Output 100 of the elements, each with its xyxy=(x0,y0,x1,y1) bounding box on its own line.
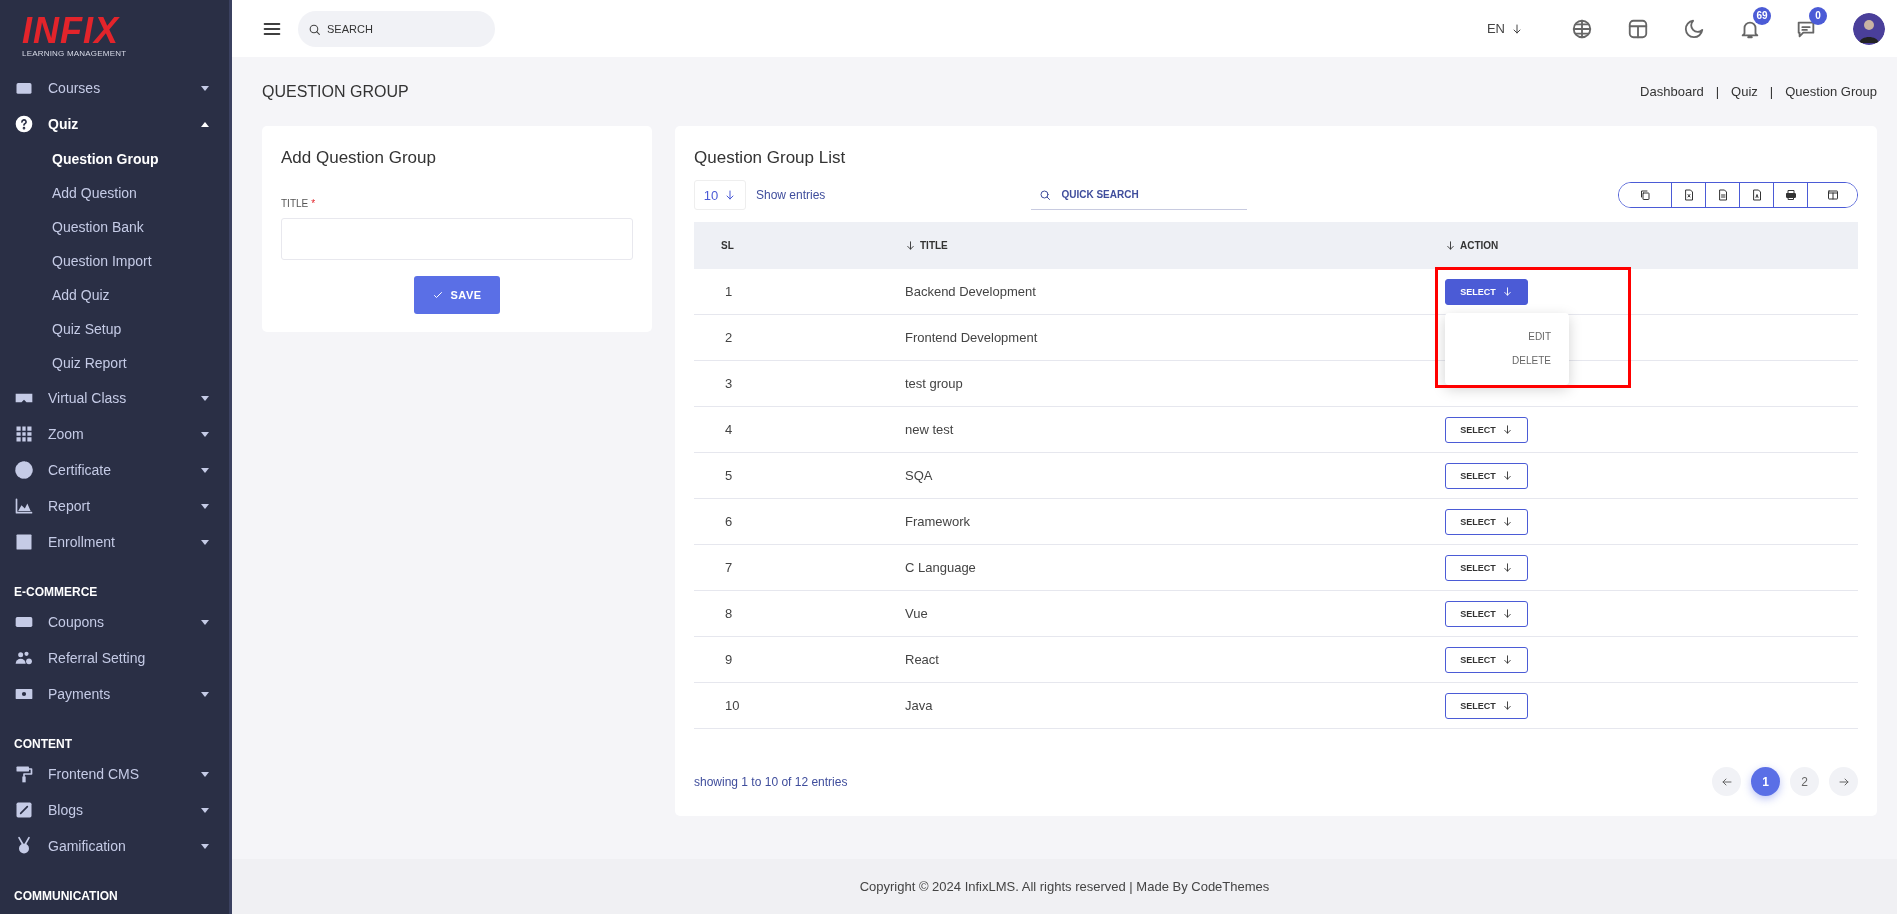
select-button[interactable]: SELECT xyxy=(1445,600,1528,627)
table-cell-text: Vue xyxy=(905,606,929,621)
page-button[interactable]: 1 xyxy=(1751,767,1780,796)
breadcrumb-separator: | xyxy=(1769,84,1774,99)
sidebar-item[interactable]: Referral Setting xyxy=(0,640,229,676)
sort-icon xyxy=(905,240,916,251)
columns-icon xyxy=(1826,189,1839,201)
table-cell-text: React xyxy=(905,652,940,667)
caret-icon xyxy=(201,503,209,509)
column-header[interactable]: TITLE xyxy=(905,240,1445,251)
section-heading: COMMUNICATION xyxy=(13,888,119,905)
search-icon xyxy=(1039,189,1052,201)
language-selector[interactable]: EN xyxy=(1486,21,1523,36)
layout-icon xyxy=(1627,17,1649,40)
table-cell-text: 10 xyxy=(724,698,741,713)
table-cell-text: Java xyxy=(905,698,934,713)
globe-icon xyxy=(1571,17,1593,40)
breadcrumb-link[interactable]: Quiz xyxy=(1731,84,1758,99)
sidebar-item[interactable]: Frontend CMS xyxy=(0,756,229,792)
table-cell-text: new test xyxy=(905,422,955,437)
sidebar-subitem[interactable]: Quiz Report xyxy=(0,346,229,380)
sidebar-item[interactable]: Payments xyxy=(0,676,229,712)
card-title: Add Question Group xyxy=(281,148,437,168)
arrow-down-icon xyxy=(1501,608,1513,619)
logo-text: INFIX xyxy=(22,12,121,49)
arrow-down-icon xyxy=(1511,22,1523,35)
column-header[interactable]: SL xyxy=(694,240,905,251)
sidebar-item[interactable]: Virtual Class xyxy=(0,380,229,416)
table-cell-text: test group xyxy=(905,376,964,391)
sidebar-item[interactable]: Gamification xyxy=(0,828,229,864)
sidebar-subitem[interactable]: Question Import xyxy=(0,244,229,278)
sort-icon xyxy=(1445,240,1456,251)
table-cell-text: 8 xyxy=(724,606,734,621)
check-icon xyxy=(432,289,445,301)
select-button[interactable]: SELECT xyxy=(1445,692,1528,719)
sidebar-subitem[interactable]: Quiz Setup xyxy=(0,312,229,346)
entries-summary: showing 1 to 10 of 12 entries xyxy=(694,774,848,789)
menu-item[interactable]: EDIT xyxy=(1445,324,1569,349)
select-button[interactable]: SELECT xyxy=(1445,462,1528,489)
grid-icon xyxy=(14,424,34,444)
caret-icon xyxy=(201,691,209,697)
moon-icon xyxy=(1683,17,1705,40)
table-cell-text: Backend Development xyxy=(905,284,1037,299)
page-size-select[interactable]: 10 xyxy=(694,180,746,210)
caret-icon xyxy=(201,771,209,777)
save-button[interactable]: SAVE xyxy=(414,276,500,314)
select-button[interactable]: SELECT xyxy=(1445,278,1528,305)
pdf-file-icon xyxy=(1750,189,1763,201)
notification-count: 69 xyxy=(1753,6,1771,25)
area-chart-icon xyxy=(14,496,34,516)
caret-icon xyxy=(201,395,209,401)
select-button[interactable]: SELECT xyxy=(1445,416,1528,443)
sidebar-item[interactable]: Enrollment xyxy=(0,524,229,560)
sidebar-item[interactable]: Certificate xyxy=(0,452,229,488)
breadcrumb-link[interactable]: Dashboard xyxy=(1640,84,1704,99)
sidebar-item[interactable]: Courses xyxy=(0,70,229,106)
table-cell-text: 9 xyxy=(724,652,734,667)
menu-item[interactable]: DELETE xyxy=(1445,348,1569,373)
table-cell-text: 3 xyxy=(724,376,734,391)
select-button[interactable]: SELECT xyxy=(1445,508,1528,535)
paint-roller-icon xyxy=(14,764,34,784)
table-cell-text: 7 xyxy=(724,560,734,575)
arrow-down-icon xyxy=(1501,470,1513,481)
breadcrumb-link[interactable]: Question Group xyxy=(1785,84,1877,99)
sidebar-item[interactable]: Quiz xyxy=(0,106,229,142)
field-label: TITLE xyxy=(281,198,309,209)
page-button[interactable]: 2 xyxy=(1790,767,1819,796)
table-cell-text: 5 xyxy=(724,468,734,483)
search-field[interactable]: SEARCH xyxy=(298,10,495,47)
sidebar-item[interactable]: Zoom xyxy=(0,416,229,452)
arrow-down-icon xyxy=(1501,700,1513,711)
caret-icon xyxy=(201,85,209,91)
avatar[interactable] xyxy=(1853,12,1885,45)
document-icon xyxy=(1716,189,1729,201)
table-cell-text: 4 xyxy=(724,422,734,437)
spreadsheet-file-icon xyxy=(1682,189,1695,201)
table-cell-text: Frontend Development xyxy=(905,330,1039,345)
breadcrumb-separator: | xyxy=(1715,84,1720,99)
section-heading: E-COMMERCE xyxy=(13,584,99,601)
sidebar-item[interactable]: Report xyxy=(0,488,229,524)
sidebar-subitem[interactable]: Question Bank xyxy=(0,210,229,244)
table-cell-text: C Language xyxy=(905,560,977,575)
columns-button[interactable] xyxy=(1807,183,1857,207)
select-button[interactable]: SELECT xyxy=(1445,646,1528,673)
arrow-down-icon xyxy=(1501,286,1513,297)
column-header[interactable]: ACTION xyxy=(1445,240,1858,251)
table-cell-text: SQA xyxy=(905,468,934,483)
arrow-down-icon xyxy=(1501,654,1513,665)
sidebar-item[interactable]: Coupons xyxy=(0,604,229,640)
caret-icon xyxy=(201,843,209,849)
card-title: Question Group List xyxy=(694,148,847,168)
message-count: 0 xyxy=(1809,6,1827,25)
logo-tagline: LEARNING MANAGEMENT xyxy=(22,48,128,58)
footer-text: Copyright © 2024 InfixLMS. All rights reserved | Made By CodeThemes xyxy=(232,859,1897,914)
sidebar-subitem[interactable]: Add Question xyxy=(0,176,229,210)
sidebar-item[interactable]: Blogs xyxy=(0,792,229,828)
sidebar-subitem[interactable]: Add Quiz xyxy=(0,278,229,312)
page-title: QUESTION GROUP xyxy=(262,82,409,101)
sidebar-subitem[interactable]: Question Group xyxy=(0,142,229,176)
select-button[interactable]: SELECT xyxy=(1445,554,1528,581)
